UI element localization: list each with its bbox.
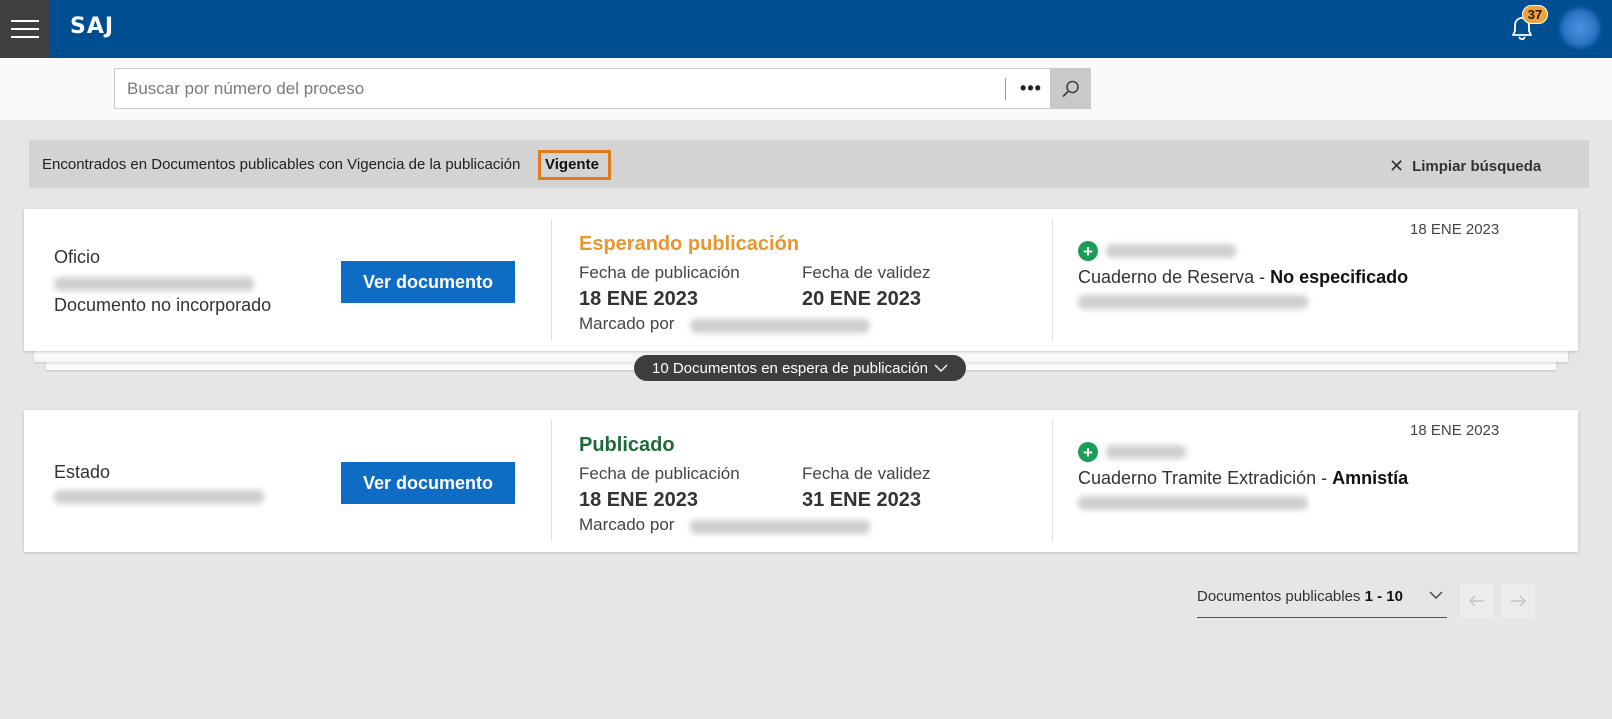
column-divider	[1052, 219, 1053, 341]
filter-summary-bar: Encontrados en Documentos publicables co…	[29, 140, 1589, 188]
validity-date: 20 ENE 2023	[802, 288, 921, 310]
column-divider	[551, 219, 552, 341]
publication-date-label: Fecha de publicación	[579, 263, 740, 282]
pending-documents-label: 10 Documentos en espera de publicación	[651, 359, 928, 377]
search-input[interactable]	[115, 69, 1005, 108]
arrow-right-icon	[1511, 595, 1527, 607]
column-divider	[1052, 420, 1053, 542]
marked-by-label: Marcado por	[579, 314, 675, 333]
pagination-label: Documentos publicables 1 - 10	[1197, 588, 1403, 605]
filter-highlight-value: Vigente	[545, 156, 599, 173]
publication-date: 18 ENE 2023	[579, 489, 698, 511]
hamburger-menu-icon[interactable]	[0, 0, 50, 58]
filter-summary-text: Encontrados en Documentos publicables co…	[42, 156, 521, 173]
redacted-text	[690, 520, 870, 534]
clear-search-button[interactable]: ✕ Limpiar búsqueda	[1389, 156, 1541, 177]
document-card: Estado Ver documento Publicado Fecha de …	[24, 410, 1578, 552]
search-icon	[1062, 80, 1079, 97]
add-icon[interactable]: +	[1078, 241, 1098, 261]
search-divider	[1005, 78, 1006, 100]
publication-date-label: Fecha de publicación	[579, 464, 740, 483]
redacted-text	[1078, 295, 1308, 309]
close-icon: ✕	[1389, 156, 1405, 176]
pending-documents-toggle[interactable]: 10 Documentos en espera de publicación	[634, 355, 966, 381]
card-date: 18 ENE 2023	[1410, 221, 1500, 238]
clear-search-label: Limpiar búsqueda	[1412, 158, 1542, 175]
document-type: Estado	[54, 462, 111, 482]
view-document-button[interactable]: Ver documento	[341, 462, 515, 504]
redacted-text	[1106, 244, 1236, 258]
pagination-text: Documentos publicables	[1197, 588, 1361, 605]
top-bar: SAJ 37	[0, 0, 1612, 58]
cuaderno-info: Cuaderno de Reserva - No especificado	[1078, 267, 1408, 288]
view-document-button[interactable]: Ver documento	[341, 261, 515, 303]
search-strip: •••	[0, 58, 1612, 120]
app-logo: SAJ	[70, 14, 115, 39]
redacted-text	[54, 490, 264, 504]
validity-date: 31 ENE 2023	[802, 489, 921, 511]
column-divider	[551, 420, 552, 542]
chevron-down-icon	[934, 364, 948, 372]
add-icon[interactable]: +	[1078, 442, 1098, 462]
redacted-text	[1078, 496, 1308, 510]
pagination-select[interactable]: Documentos publicables 1 - 10	[1197, 582, 1447, 618]
next-page-button[interactable]	[1501, 584, 1535, 618]
cuaderno-label: Cuaderno Tramite Extradición -	[1078, 468, 1333, 488]
document-type: Oficio	[54, 247, 101, 267]
avatar[interactable]	[1560, 8, 1600, 48]
cuaderno-value: No especificado	[1270, 267, 1409, 287]
validity-date-label: Fecha de validez	[802, 263, 931, 282]
previous-page-button[interactable]	[1460, 584, 1494, 618]
publication-status: Publicado	[579, 434, 675, 456]
validity-date-label: Fecha de validez	[802, 464, 931, 483]
chevron-down-icon	[1429, 591, 1443, 599]
search-box: •••	[114, 68, 1051, 109]
pagination-range: 1 - 10	[1364, 588, 1403, 605]
cuaderno-label: Cuaderno de Reserva -	[1078, 267, 1271, 287]
redacted-text	[1106, 445, 1186, 459]
cuaderno-value: Amnistía	[1332, 468, 1409, 488]
document-status: Documento no incorporado	[54, 295, 272, 315]
card-date: 18 ENE 2023	[1410, 422, 1500, 439]
more-options-button[interactable]: •••	[1011, 69, 1051, 108]
marked-by-label: Marcado por	[579, 515, 675, 534]
document-card: Oficio Documento no incorporado Ver docu…	[24, 209, 1578, 351]
publication-date: 18 ENE 2023	[579, 288, 698, 310]
arrow-left-icon	[1468, 595, 1484, 607]
redacted-text	[690, 319, 870, 333]
search-button[interactable]	[1051, 68, 1091, 109]
publication-status: Esperando publicación	[579, 233, 800, 255]
notification-badge[interactable]: 37	[1522, 5, 1548, 24]
redacted-text	[54, 277, 254, 291]
cuaderno-info: Cuaderno Tramite Extradición - Amnistía	[1078, 468, 1408, 489]
